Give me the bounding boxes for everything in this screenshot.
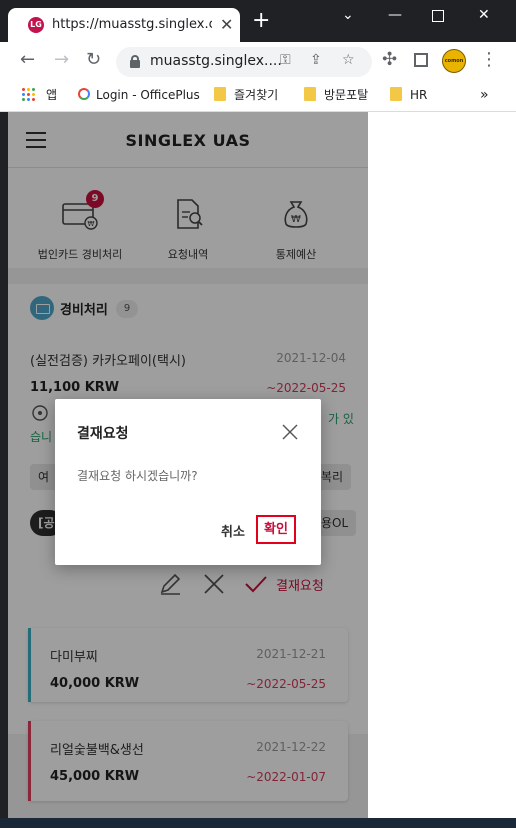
- lock-icon: [130, 55, 140, 68]
- share-icon[interactable]: ⇪: [310, 52, 322, 68]
- folder-icon: [214, 87, 226, 101]
- bookmark-hr-folder[interactable]: HR: [390, 86, 427, 104]
- tab-title: https://muasstg.singlex.com/: [52, 17, 212, 32]
- taskbar: [0, 818, 516, 828]
- menu-kebab-icon[interactable]: ⋮: [480, 50, 498, 70]
- browser-tab-strip: LG https://muasstg.singlex.com/ ✕ + ⌄ — …: [0, 0, 516, 42]
- bookmark-visit-portal-folder[interactable]: 방문포탈: [304, 86, 368, 104]
- side-panel-icon[interactable]: [414, 53, 428, 67]
- dialog-message: 결재요청 하시겠습니까?: [77, 469, 198, 483]
- folder-icon: [304, 87, 316, 101]
- close-icon[interactable]: [281, 423, 299, 441]
- apps-grid-icon: [22, 88, 36, 102]
- page-viewport: SINGLEX UAS ₩ 9 법인카드 경비처리 요청내역 ₩ 통제예산 경비…: [8, 112, 516, 828]
- approval-dialog: 결재요청 결재요청 하시겠습니까? 취소 확인: [55, 399, 321, 565]
- bookmark-star-icon[interactable]: ☆: [342, 52, 355, 68]
- extensions-puzzle-icon[interactable]: ✣: [382, 50, 397, 70]
- bookmark-apps[interactable]: 앱: [46, 86, 57, 104]
- bookmark-favorites-folder[interactable]: 즐겨찾기: [214, 86, 278, 104]
- browser-tab[interactable]: LG https://muasstg.singlex.com/ ✕: [8, 8, 240, 42]
- close-window-button[interactable]: ✕: [478, 7, 490, 23]
- forward-arrow-icon[interactable]: →: [54, 50, 69, 70]
- google-g-icon: [78, 88, 90, 100]
- dialog-title: 결재요청: [77, 426, 129, 442]
- cancel-button[interactable]: 취소: [221, 521, 245, 540]
- reload-icon[interactable]: ↻: [86, 50, 101, 70]
- address-bar[interactable]: muasstg.singlex.... ⚿ ⇪ ☆: [116, 47, 372, 77]
- maximize-button[interactable]: [432, 10, 444, 22]
- minimize-button[interactable]: —: [388, 7, 402, 23]
- tab-close-icon[interactable]: ✕: [220, 15, 233, 34]
- new-tab-button[interactable]: +: [252, 10, 270, 32]
- bookmark-officeplus[interactable]: Login - OfficePlus: [78, 86, 200, 104]
- folder-icon: [390, 87, 402, 101]
- bookmarks-bar: 앱 Login - OfficePlus 즐겨찾기 방문포탈 HR »: [0, 80, 516, 112]
- key-icon[interactable]: ⚿: [280, 52, 291, 68]
- lg-favicon-icon: LG: [28, 17, 44, 33]
- more-bookmarks-button[interactable]: »: [480, 86, 489, 104]
- browser-toolbar: ← → ↻ muasstg.singlex.... ⚿ ⇪ ☆ ✣ comon …: [0, 42, 516, 80]
- url-text: muasstg.singlex....: [150, 53, 282, 69]
- confirm-button[interactable]: 확인: [256, 515, 296, 544]
- tab-search-icon[interactable]: ⌄: [342, 7, 354, 23]
- back-arrow-icon[interactable]: ←: [20, 50, 35, 70]
- mobile-app: SINGLEX UAS ₩ 9 법인카드 경비처리 요청내역 ₩ 통제예산 경비…: [8, 112, 368, 828]
- profile-avatar[interactable]: comon: [442, 49, 466, 73]
